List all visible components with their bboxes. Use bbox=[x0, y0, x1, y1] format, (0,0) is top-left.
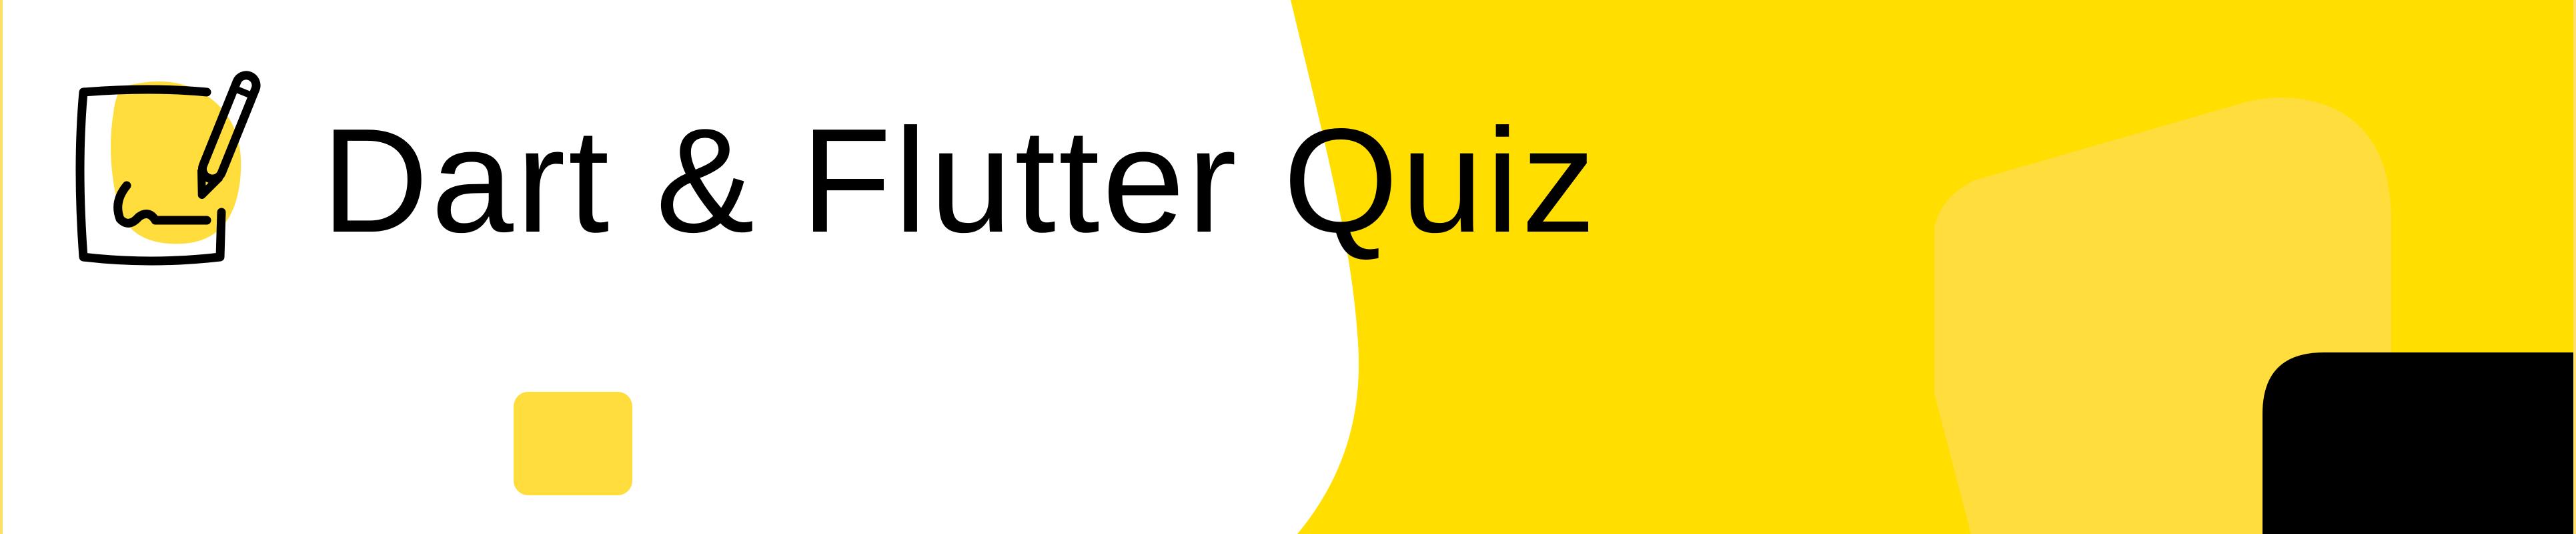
left-edge-line bbox=[0, 0, 3, 534]
banner-title: Dart & Flutter Quiz bbox=[321, 98, 1599, 264]
small-yellow-square bbox=[514, 392, 632, 495]
right-edge-line bbox=[2573, 0, 2576, 534]
edit-note-icon bbox=[75, 71, 261, 266]
quiz-banner: Dart & Flutter Quiz bbox=[0, 0, 2576, 534]
black-corner-block bbox=[2263, 352, 2576, 534]
banner-background bbox=[514, 0, 2576, 534]
